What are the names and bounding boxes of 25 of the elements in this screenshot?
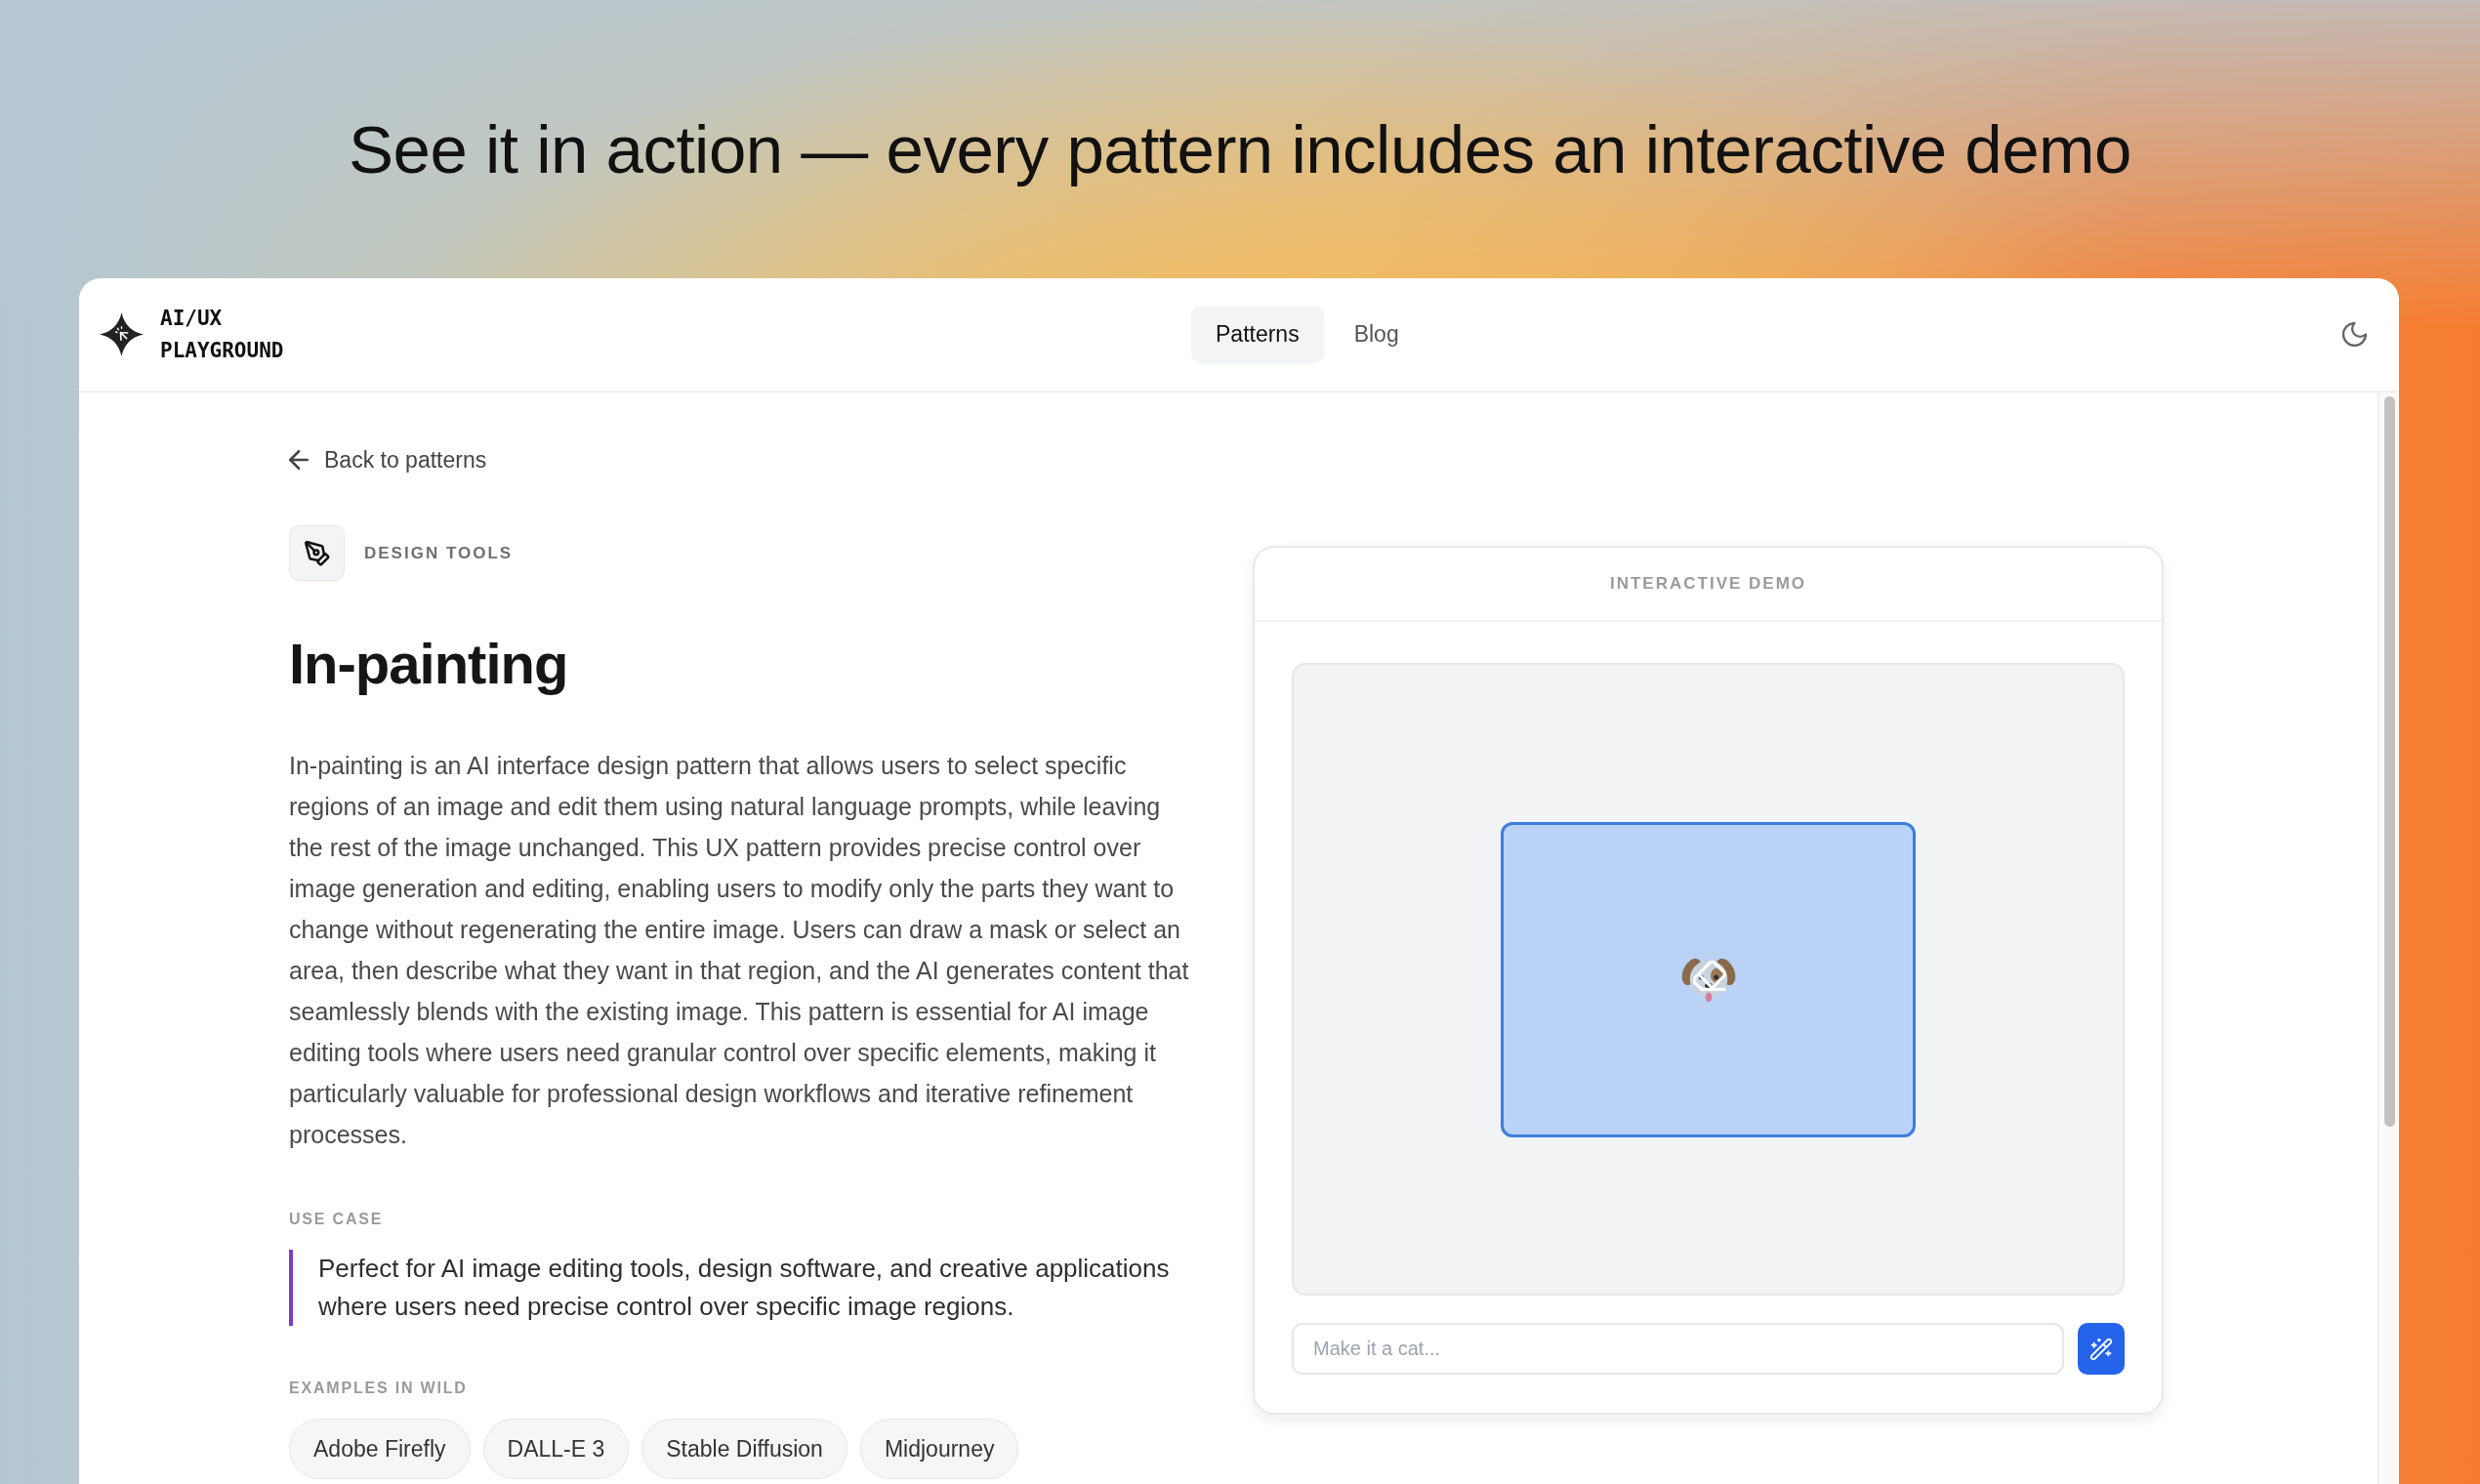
example-tag: Stable Diffusion — [641, 1419, 847, 1479]
pattern-title: In-painting — [289, 631, 569, 697]
example-tag: DALL-E 3 — [482, 1419, 630, 1479]
section-label: USE CASE — [289, 1210, 385, 1229]
generate-button[interactable] — [2078, 1323, 2125, 1375]
logo-text: AI/UX PLAYGROUND — [160, 305, 284, 364]
nav-tab[interactable]: Blog — [1329, 306, 1424, 363]
eraser-cursor-icon — [1692, 961, 1726, 991]
scrollbar-track[interactable] — [2377, 392, 2399, 1484]
page-headline: See it in action — every pattern includes an interactive demo — [349, 111, 2131, 189]
scrollbar-thumb[interactable] — [2383, 396, 2395, 1127]
example-tag: Adobe Firefly — [289, 1419, 471, 1479]
category-label: DESIGN TOOLS — [364, 543, 514, 563]
prompt-input[interactable]: Make it a cat... — [1292, 1323, 2064, 1375]
example-tag: Midjourney — [859, 1419, 1019, 1479]
pen-nib-icon — [289, 525, 345, 581]
demo-title: INTERACTIVE DEMO — [1609, 574, 1807, 594]
description-text: In-painting is an AI interface design pattern that allows users to select specific regions of an image and edit them using natural language prompts, while leaving the rest of the image unchanged. This UX pattern provides precise control over image generation and editing, enabling users to modify only the parts they want to change without regenerating the entire image. Users can draw a mask or select an area, then describe what they want in that region, and the AI generates content that seamlessly blends with the existing image. This pattern is essential for AI image editing tools where users need granular control over specific elements, making it particularly valuable for professional design workflows and iterative refinement processes. — [289, 751, 1190, 1150]
back-link[interactable]: Back to patterns — [289, 444, 487, 475]
nav-tab[interactable]: Patterns — [1191, 306, 1324, 363]
moon-icon[interactable] — [2342, 322, 2367, 347]
section-label: EXAMPLES IN WILD — [289, 1379, 469, 1398]
logo-icon[interactable] — [100, 312, 144, 356]
magic-wand-icon — [2090, 1338, 2112, 1360]
use-case-quote: Perfect for AI image editing tools, design software, and creative applications where users need precise control over specific image regions. — [289, 1250, 1194, 1326]
